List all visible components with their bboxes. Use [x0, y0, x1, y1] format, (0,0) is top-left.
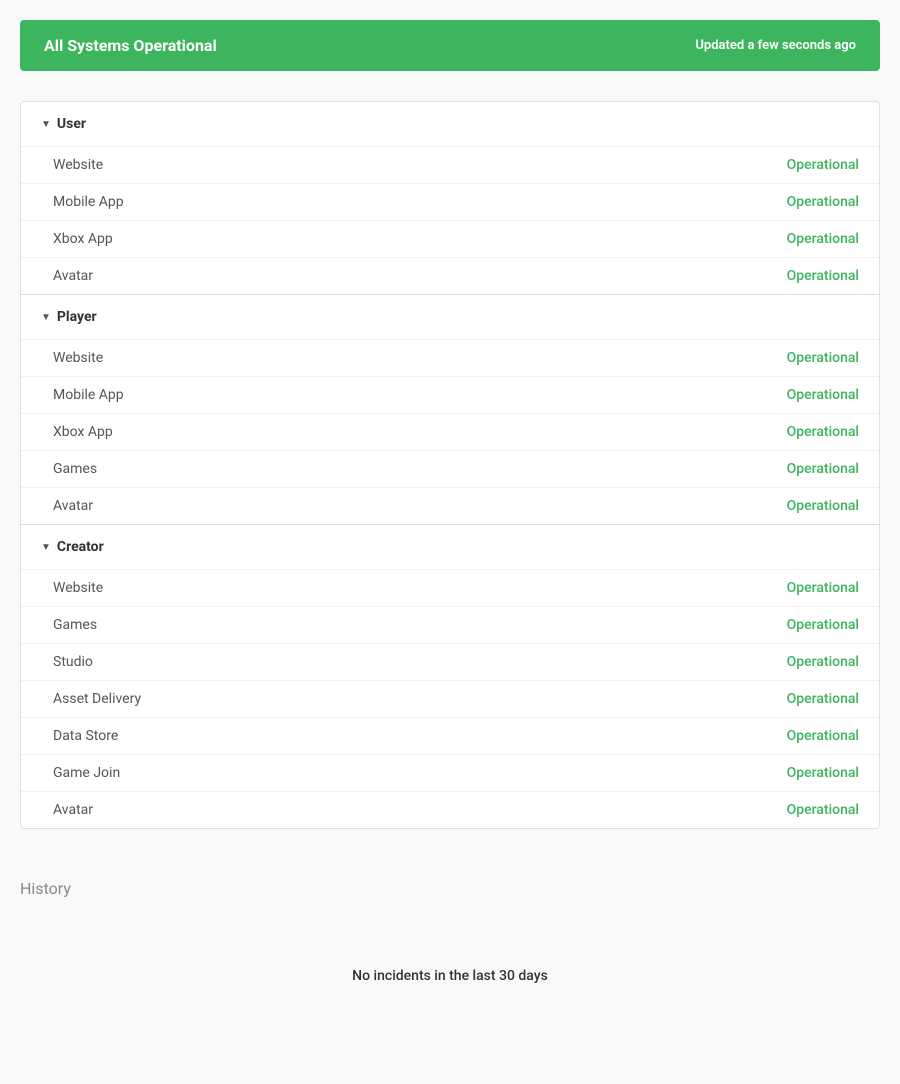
service-name-player-1: Mobile App	[53, 387, 124, 403]
service-row-user-3: Avatar Operational	[21, 257, 879, 294]
service-row-creator-4: Data Store Operational	[21, 717, 879, 754]
service-name-creator-2: Studio	[53, 654, 93, 670]
service-status-creator-3: Operational	[787, 691, 859, 707]
service-status-user-3: Operational	[787, 268, 859, 284]
group-label-creator: Creator	[57, 539, 104, 555]
service-row-creator-2: Studio Operational	[21, 643, 879, 680]
chevron-down-icon: ▼	[41, 312, 51, 323]
group-label-user: User	[57, 116, 86, 132]
service-name-creator-5: Game Join	[53, 765, 120, 781]
page-wrapper: All Systems Operational Updated a few se…	[0, 0, 900, 1084]
history-section: History No incidents in the last 30 days	[20, 869, 880, 1064]
service-status-user-2: Operational	[787, 231, 859, 247]
service-status-player-1: Operational	[787, 387, 859, 403]
service-status-creator-1: Operational	[787, 617, 859, 633]
service-row-player-4: Avatar Operational	[21, 487, 879, 524]
service-status-user-0: Operational	[787, 157, 859, 173]
service-name-creator-4: Data Store	[53, 728, 118, 744]
service-name-user-1: Mobile App	[53, 194, 124, 210]
group-creator: ▼ Creator Website Operational Games Operation…	[21, 525, 879, 828]
service-row-creator-1: Games Operational	[21, 606, 879, 643]
service-status-player-3: Operational	[787, 461, 859, 477]
service-row-player-2: Xbox App Operational	[21, 413, 879, 450]
service-row-creator-6: Avatar Operational	[21, 791, 879, 828]
service-status-user-1: Operational	[787, 194, 859, 210]
status-banner-title: All Systems Operational	[44, 36, 217, 55]
service-status-creator-4: Operational	[787, 728, 859, 744]
service-status-player-4: Operational	[787, 498, 859, 514]
service-status-player-2: Operational	[787, 424, 859, 440]
group-label-player: Player	[57, 309, 97, 325]
service-name-player-3: Games	[53, 461, 97, 477]
systems-container: ▼ User Website Operational Mobile App Operati…	[20, 101, 880, 829]
chevron-down-icon: ▼	[41, 119, 51, 130]
group-header-user[interactable]: ▼ User	[21, 102, 879, 146]
service-status-creator-5: Operational	[787, 765, 859, 781]
service-name-creator-3: Asset Delivery	[53, 691, 141, 707]
group-header-player[interactable]: ▼ Player	[21, 295, 879, 339]
status-banner: All Systems Operational Updated a few se…	[20, 20, 880, 71]
no-incidents-text: No incidents in the last 30 days	[20, 928, 880, 1024]
group-player: ▼ Player Website Operational Mobile App Opera…	[21, 295, 879, 525]
service-row-player-1: Mobile App Operational	[21, 376, 879, 413]
group-header-creator[interactable]: ▼ Creator	[21, 525, 879, 569]
service-name-user-2: Xbox App	[53, 231, 113, 247]
service-row-user-1: Mobile App Operational	[21, 183, 879, 220]
service-status-player-0: Operational	[787, 350, 859, 366]
service-row-creator-0: Website Operational	[21, 569, 879, 606]
service-name-user-3: Avatar	[53, 268, 93, 284]
service-row-player-3: Games Operational	[21, 450, 879, 487]
service-status-creator-0: Operational	[787, 580, 859, 596]
service-name-creator-0: Website	[53, 580, 103, 596]
service-row-player-0: Website Operational	[21, 339, 879, 376]
status-banner-updated: Updated a few seconds ago	[695, 38, 856, 53]
service-row-user-2: Xbox App Operational	[21, 220, 879, 257]
service-name-player-2: Xbox App	[53, 424, 113, 440]
service-name-player-4: Avatar	[53, 498, 93, 514]
group-user: ▼ User Website Operational Mobile App Operati…	[21, 102, 879, 295]
service-status-creator-2: Operational	[787, 654, 859, 670]
service-name-creator-6: Avatar	[53, 802, 93, 818]
service-name-user-0: Website	[53, 157, 103, 173]
chevron-down-icon: ▼	[41, 542, 51, 553]
service-name-creator-1: Games	[53, 617, 97, 633]
history-title: History	[20, 879, 880, 898]
service-row-creator-3: Asset Delivery Operational	[21, 680, 879, 717]
service-row-user-0: Website Operational	[21, 146, 879, 183]
service-row-creator-5: Game Join Operational	[21, 754, 879, 791]
service-status-creator-6: Operational	[787, 802, 859, 818]
service-name-player-0: Website	[53, 350, 103, 366]
